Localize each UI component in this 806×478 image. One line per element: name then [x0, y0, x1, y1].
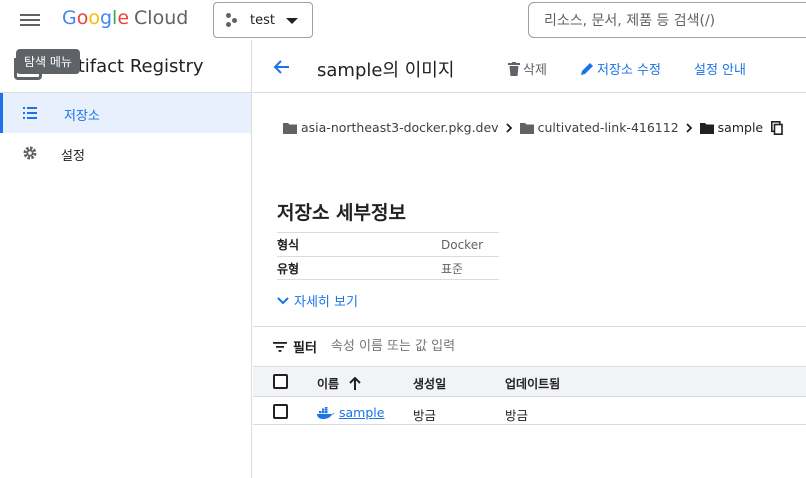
- breadcrumb-item-current: sample: [699, 120, 764, 135]
- trash-icon: [508, 61, 520, 76]
- updated-cell: 방금: [505, 408, 529, 423]
- pencil-icon: [581, 62, 593, 75]
- main-menu-icon[interactable]: [20, 11, 40, 29]
- list-icon: [23, 107, 37, 119]
- search-input[interactable]: 리소스, 문서, 제품 등 검색(/): [528, 2, 806, 38]
- chevron-right-icon: [686, 122, 692, 133]
- dropdown-caret-icon: [286, 18, 298, 24]
- folder-icon: [699, 122, 714, 134]
- edit-repository-button[interactable]: 저장소 수정: [580, 59, 661, 78]
- top-bar: Google Cloud test 리소스, 문서, 제품 등 검색(/): [0, 0, 806, 40]
- filter-input[interactable]: [330, 339, 631, 354]
- search-placeholder: 리소스, 문서, 제품 등 검색(/): [544, 13, 716, 29]
- table-row: sample 방금 방금: [253, 396, 806, 425]
- filter-bar: 필터: [253, 326, 806, 366]
- sort-arrow-up-icon[interactable]: [349, 377, 361, 390]
- select-all-checkbox[interactable]: [273, 374, 288, 389]
- breadcrumb-label: asia-northeast3-docker.pkg.dev: [301, 120, 499, 135]
- sidebar: Artifact Registry 탐색 메뉴 저장소 설정: [0, 40, 252, 478]
- details-key: 형식: [277, 238, 300, 252]
- back-arrow-icon[interactable]: [273, 58, 291, 76]
- filter-icon: [273, 341, 287, 352]
- column-header-name[interactable]: 이름: [317, 375, 361, 392]
- setup-instructions-button[interactable]: 설정 안내: [694, 59, 746, 78]
- column-header-created[interactable]: 생성일: [413, 375, 446, 392]
- breadcrumb-label: cultivated-link-416112: [537, 120, 679, 135]
- image-name-cell: sample: [317, 405, 384, 420]
- filter-label: 필터: [293, 341, 317, 356]
- delete-label: 삭제: [523, 63, 547, 78]
- breadcrumb-item[interactable]: cultivated-link-416112: [519, 120, 679, 135]
- chevron-right-icon: [505, 122, 512, 133]
- table-header: 이름 생성일 업데이트됨: [253, 366, 806, 396]
- details-table: 형식 Docker 유형 표준: [277, 232, 499, 280]
- column-label: 이름: [317, 377, 340, 391]
- sidebar-item-settings[interactable]: 설정: [0, 133, 251, 173]
- page-header: sample의 이미지 삭제 저장소 수정 설정 안내: [253, 40, 806, 93]
- folder-icon: [519, 122, 534, 134]
- main-content: sample의 이미지 삭제 저장소 수정 설정 안내 asia-northea…: [253, 40, 806, 478]
- docker-icon: [317, 406, 335, 419]
- sidebar-header: Artifact Registry 탐색 메뉴: [0, 40, 251, 93]
- sidebar-item-label: 저장소: [64, 109, 100, 124]
- image-link[interactable]: sample: [339, 405, 384, 420]
- project-icon: [226, 13, 240, 27]
- google-cloud-logo[interactable]: Google Cloud: [62, 7, 188, 29]
- delete-button[interactable]: 삭제: [508, 59, 547, 78]
- created-cell: 방금: [413, 408, 437, 423]
- show-more-button[interactable]: 자세히 보기: [277, 291, 358, 310]
- gear-icon: [23, 146, 37, 160]
- details-value: Docker: [441, 237, 484, 252]
- images-table: 이름 생성일 업데이트됨 sample 방금 방금: [253, 366, 806, 425]
- tooltip: 탐색 메뉴: [16, 49, 80, 74]
- details-value: 표준: [441, 261, 464, 276]
- details-row: 유형 표준: [277, 256, 499, 280]
- details-row: 형식 Docker: [277, 232, 499, 256]
- chevron-down-icon: [277, 296, 289, 304]
- row-checkbox[interactable]: [273, 404, 288, 419]
- breadcrumb-item[interactable]: asia-northeast3-docker.pkg.dev: [283, 120, 499, 135]
- edit-label: 저장소 수정: [597, 63, 661, 78]
- show-more-label: 자세히 보기: [294, 295, 358, 310]
- project-picker[interactable]: test: [213, 2, 313, 38]
- sidebar-item-label: 설정: [61, 149, 85, 164]
- page-title: sample의 이미지: [317, 60, 455, 81]
- copy-icon[interactable]: [771, 120, 783, 135]
- sidebar-item-repositories[interactable]: 저장소: [0, 93, 251, 133]
- column-header-updated[interactable]: 업데이트됨: [505, 375, 560, 392]
- folder-icon: [283, 122, 297, 134]
- breadcrumb: asia-northeast3-docker.pkg.dev cultivate…: [283, 120, 783, 135]
- setup-label: 설정 안내: [694, 63, 746, 78]
- details-title: 저장소 세부정보: [277, 202, 406, 224]
- project-name: test: [250, 12, 275, 28]
- breadcrumb-label: sample: [717, 120, 764, 135]
- details-key: 유형: [277, 261, 300, 276]
